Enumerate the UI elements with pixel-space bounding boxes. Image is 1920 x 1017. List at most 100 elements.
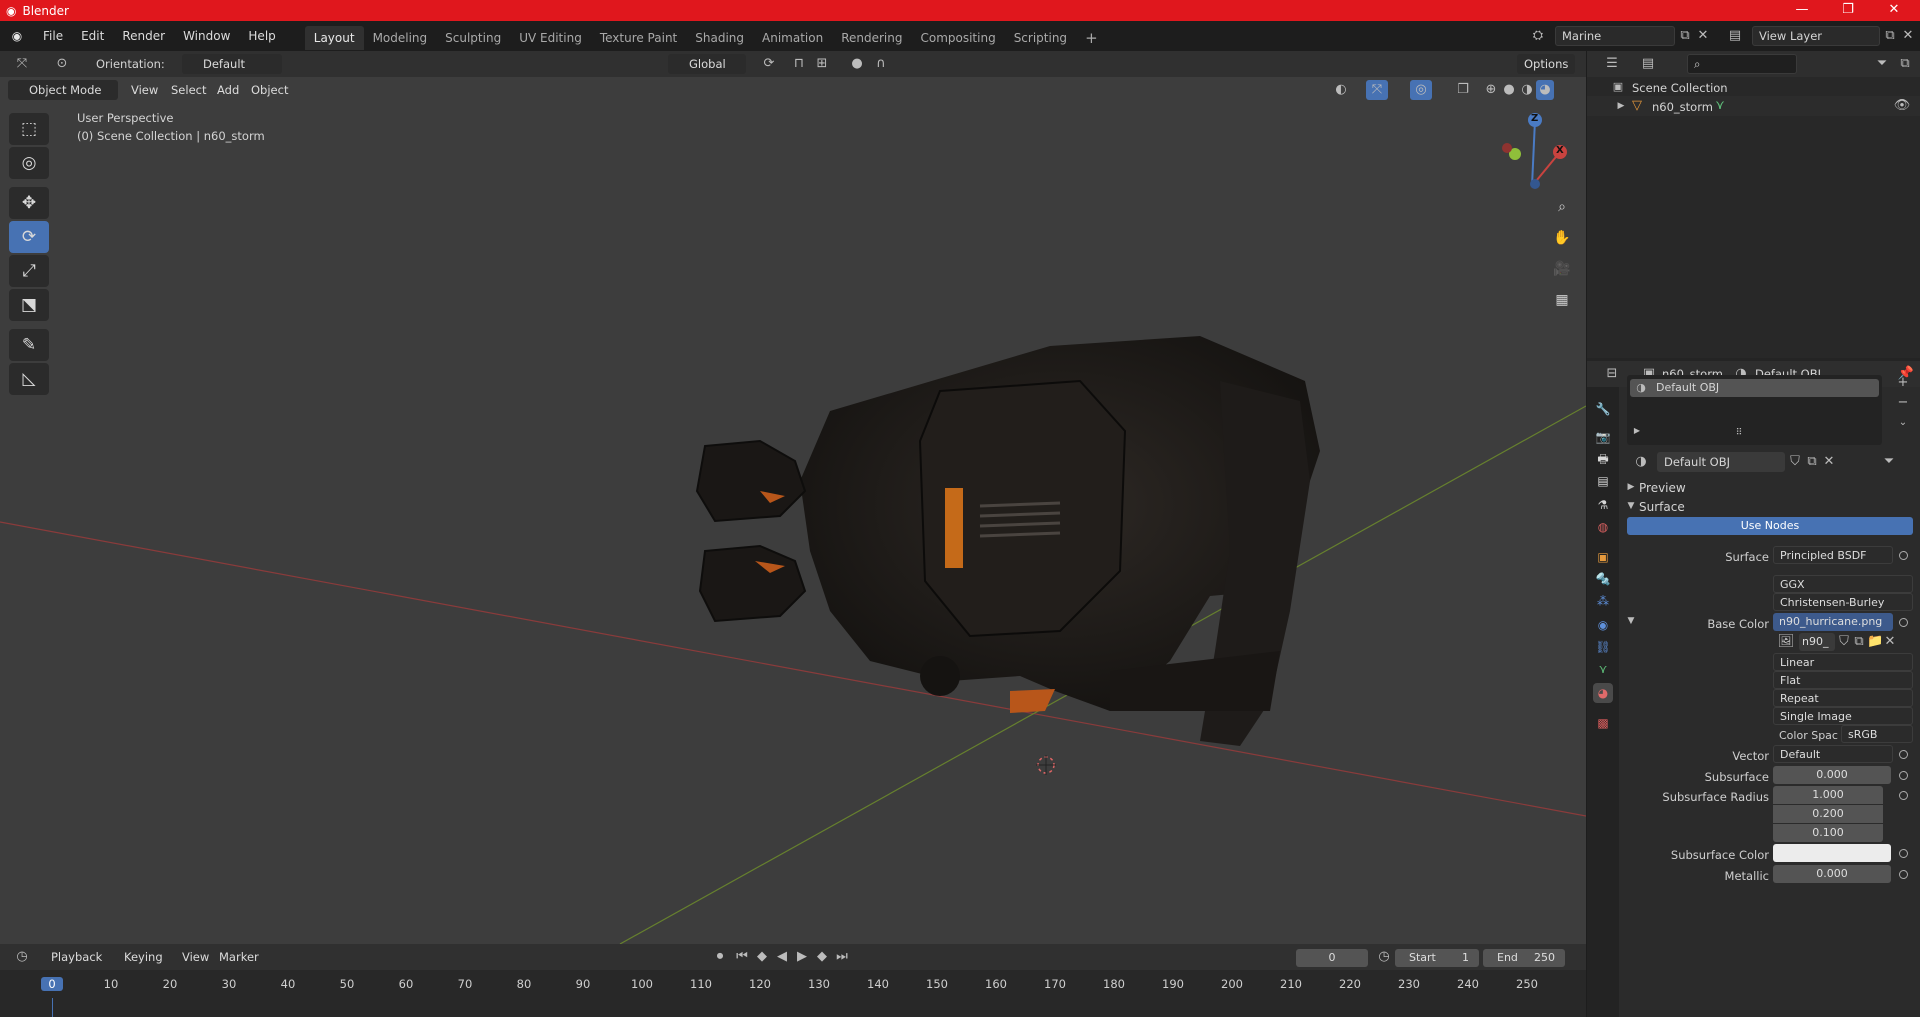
subsurface-radius-socket-icon[interactable] xyxy=(1899,791,1908,800)
display-mode-icon[interactable]: ▤ xyxy=(1635,54,1661,74)
gizmo-toggle-icon[interactable]: ⤧ xyxy=(1366,80,1388,100)
menu-file[interactable]: File xyxy=(34,21,72,51)
editor-type-icon[interactable]: ☰ xyxy=(1599,54,1625,74)
view-layer-icon[interactable]: ▤ xyxy=(1722,26,1748,46)
minimize-button[interactable]: — xyxy=(1779,0,1825,21)
filter-icon[interactable]: ⏷ xyxy=(1869,54,1895,74)
timeline-menu-view[interactable]: View xyxy=(175,947,216,967)
scene-collection-label[interactable]: Scene Collection xyxy=(1632,81,1728,95)
new-collection-icon[interactable]: ⧉ xyxy=(1894,54,1916,74)
interpolation-dropdown[interactable]: Linear xyxy=(1773,653,1913,671)
tool-tab-icon[interactable]: 🔧 xyxy=(1593,399,1613,419)
metallic-field[interactable]: 0.000 xyxy=(1773,865,1891,883)
menu-edit[interactable]: Edit xyxy=(72,21,113,51)
fake-user-icon[interactable]: ⛉ xyxy=(1787,452,1803,472)
record-icon[interactable]: ⏺ xyxy=(712,947,728,967)
material-shading-icon[interactable]: ◑ xyxy=(1518,80,1536,100)
end-frame-field[interactable]: End 250 xyxy=(1483,949,1565,967)
material-link-icon[interactable]: ⏷ xyxy=(1875,452,1903,472)
outliner[interactable]: ☰ ▤ ⌕ ⏷ ⧉ ▣ Scene Collection ▶ ▽ n60_sto… xyxy=(1587,51,1920,358)
particles-tab-icon[interactable]: ⁂ xyxy=(1593,591,1613,611)
vector-field[interactable]: Default xyxy=(1773,745,1893,763)
subsurface-color-socket-icon[interactable] xyxy=(1899,849,1908,858)
physics-tab-icon[interactable]: ◉ xyxy=(1593,615,1613,635)
blender-menu-icon[interactable]: ◉ xyxy=(0,29,34,43)
subsurface-method-dropdown[interactable]: Christensen-Burley xyxy=(1773,593,1913,611)
output-tab-icon[interactable]: 🖶 xyxy=(1593,449,1613,469)
viewport-menu-add[interactable]: Add xyxy=(210,80,246,100)
snap-target-icon[interactable]: ⊞ xyxy=(810,54,834,74)
delete-scene-icon[interactable]: ✕ xyxy=(1694,26,1712,46)
view-layer-field[interactable]: View Layer xyxy=(1752,26,1880,46)
image-unlink-icon[interactable]: ✕ xyxy=(1883,632,1897,652)
subsurface-radius-y[interactable]: 0.200 xyxy=(1773,805,1883,823)
play-reverse-icon[interactable]: ◀ xyxy=(774,947,790,967)
pan-hand-icon[interactable]: ✋ xyxy=(1549,225,1575,251)
tab-texture-paint[interactable]: Texture Paint xyxy=(591,26,686,50)
panel-surface[interactable]: Surface xyxy=(1639,500,1685,514)
snap-icon[interactable]: ⊓ xyxy=(790,54,808,74)
tab-scripting[interactable]: Scripting xyxy=(1005,26,1076,50)
projection-dropdown[interactable]: Flat xyxy=(1773,671,1913,689)
surface-expand-icon[interactable]: ▼ xyxy=(1625,496,1637,516)
gizmo-z-label[interactable]: Z xyxy=(1531,113,1538,124)
move-tool-icon[interactable]: ✥ xyxy=(9,187,49,219)
playhead-line[interactable] xyxy=(52,998,53,1017)
timeline-menu-marker[interactable]: Marker xyxy=(212,947,266,967)
jump-end-icon[interactable]: ⏭ xyxy=(834,947,850,967)
options-button[interactable]: Options xyxy=(1517,54,1576,74)
slot-expand-icon[interactable]: ▶ xyxy=(1631,421,1643,441)
vector-socket-icon[interactable] xyxy=(1899,750,1908,759)
image-name-field[interactable]: n90_ xyxy=(1799,633,1835,651)
scene-icon[interactable]: ⛭ xyxy=(1525,26,1551,46)
jump-start-icon[interactable]: ⏮ xyxy=(734,947,750,967)
subsurface-radius-z[interactable]: 0.100 xyxy=(1773,824,1883,842)
modifier-tab-icon[interactable]: 🔩 xyxy=(1593,569,1613,589)
overlays-toggle-icon[interactable]: ◎ xyxy=(1410,80,1432,100)
image-duplicate-icon[interactable]: ⧉ xyxy=(1852,632,1866,652)
falloff-icon[interactable]: ∩ xyxy=(868,54,894,74)
select-box-tool-icon[interactable]: ⬚ xyxy=(9,113,49,145)
scene-name-field[interactable]: Marine xyxy=(1555,26,1675,46)
properties-editor[interactable]: ⊟ ▣ n60_storm ◑ Default OBJ 📌 🔧 📷 🖶 ▤ ⚗ … xyxy=(1587,361,1920,1017)
measure-tool-icon[interactable]: ◺ xyxy=(9,363,49,395)
restore-button[interactable]: ❐ xyxy=(1825,0,1871,21)
texture-tab-icon[interactable]: ▩ xyxy=(1593,713,1613,733)
orientation-dropdown[interactable]: Default xyxy=(182,54,282,74)
use-nodes-button[interactable]: Use Nodes xyxy=(1627,517,1913,535)
render-tab-icon[interactable]: 📷 xyxy=(1593,427,1613,447)
transform-tool-icon-2[interactable]: ⬔ xyxy=(9,289,49,321)
scale-tool-icon[interactable]: ⤢ xyxy=(9,255,49,287)
tab-modeling[interactable]: Modeling xyxy=(364,26,437,50)
data-tab-icon[interactable]: ⋎ xyxy=(1593,659,1613,679)
xray-icon[interactable]: ❐ xyxy=(1454,80,1472,100)
metallic-socket-icon[interactable] xyxy=(1899,870,1908,879)
browse-material-icon[interactable]: ◑ xyxy=(1627,452,1655,472)
annotate-tool-icon[interactable]: ✎ xyxy=(9,329,49,361)
outliner-search-input[interactable]: ⌕ xyxy=(1687,54,1797,74)
material-slot-item[interactable]: Default OBJ xyxy=(1630,379,1879,397)
play-icon[interactable]: ▶ xyxy=(794,947,810,967)
unlink-material-icon[interactable]: ✕ xyxy=(1821,452,1837,472)
tab-animation[interactable]: Animation xyxy=(753,26,832,50)
prev-keyframe-icon[interactable]: ◆ xyxy=(754,947,770,967)
pivot-icon[interactable]: ⊙ xyxy=(50,54,74,74)
preview-expand-icon[interactable]: ▶ xyxy=(1625,477,1637,497)
tab-sculpting[interactable]: Sculpting xyxy=(436,26,510,50)
clock-icon[interactable]: ◷ xyxy=(8,947,36,967)
close-button[interactable]: ✕ xyxy=(1871,0,1917,21)
zoom-icon[interactable]: ⌕ xyxy=(1549,194,1575,220)
timeline[interactable]: ◷ Playback Keying View Marker ⏺ ⏮ ◆ ◀ ▶ … xyxy=(0,944,1586,1017)
next-keyframe-icon[interactable]: ◆ xyxy=(814,947,830,967)
world-tab-icon[interactable]: ◍ xyxy=(1593,517,1613,537)
surface-shader-field[interactable]: Principled BSDF xyxy=(1773,546,1893,564)
mesh-data-icon[interactable]: ⋎ xyxy=(1712,96,1728,116)
extension-dropdown[interactable]: Repeat xyxy=(1773,689,1913,707)
subsurface-socket-icon[interactable] xyxy=(1899,771,1908,780)
pivot-point-icon[interactable]: ⟳ xyxy=(756,54,782,74)
timeline-menu-keying[interactable]: Keying xyxy=(117,947,170,967)
preview-range-icon[interactable]: ◷ xyxy=(1375,947,1393,967)
tab-uv-editing[interactable]: UV Editing xyxy=(510,26,591,50)
tab-compositing[interactable]: Compositing xyxy=(911,26,1004,50)
image-open-folder-icon[interactable]: 📁 xyxy=(1867,632,1883,652)
